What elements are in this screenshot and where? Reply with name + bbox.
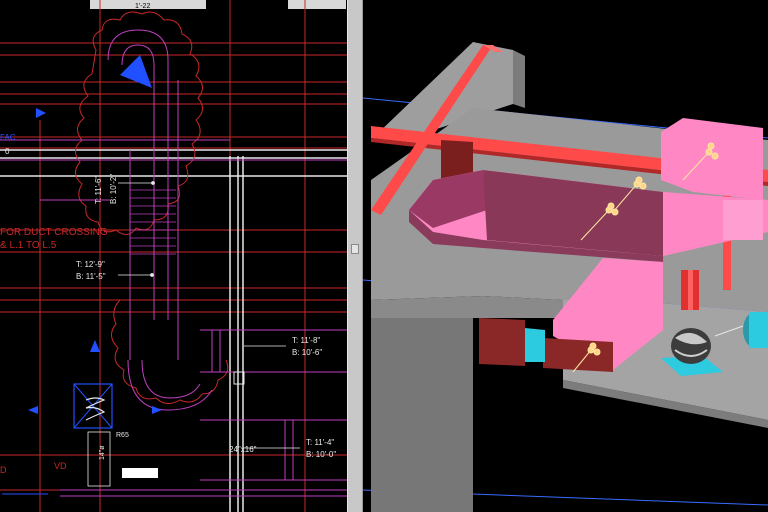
label-vd: VD xyxy=(54,461,67,471)
tag3-bottom: B: 10'-6" xyxy=(292,348,322,357)
duct-size-label: 24"x16" xyxy=(229,445,257,454)
note-line-1: FOR DUCT CROSSING xyxy=(0,227,108,238)
tag1-top: T: 11'-6" xyxy=(94,176,103,204)
title-tab-label: 1'-22 xyxy=(135,3,150,10)
grip-icon[interactable] xyxy=(351,244,359,254)
cad-drawing: 1'-22 FAC 0 FOR DUCT CROSSING & L.1 TO L… xyxy=(0,0,347,512)
diffuser-icon xyxy=(73,383,113,487)
duct-box xyxy=(479,318,525,366)
tag1-bottom: B: 10'-2" xyxy=(109,174,118,204)
tag2-top: T: 12'-9" xyxy=(76,260,105,269)
left-mark-1: FAC xyxy=(0,133,16,142)
label-r: R65 xyxy=(116,432,129,439)
arrow-icon xyxy=(90,340,100,352)
arrow-icon xyxy=(152,406,162,414)
tag4-bottom: B: 10'-0" xyxy=(306,450,336,459)
tab-strip-right xyxy=(288,0,346,9)
3d-scene xyxy=(363,42,768,512)
label-box xyxy=(122,468,158,478)
revision-cloud-lower xyxy=(111,299,229,404)
arrow-icon xyxy=(28,406,38,414)
cyan-block xyxy=(525,328,545,362)
label-d: D xyxy=(0,465,7,475)
note-line-2: & L.1 TO L.5 xyxy=(0,240,57,251)
duct-hatch xyxy=(130,189,176,255)
cad-plan-viewport[interactable]: 1'-22 FAC 0 FOR DUCT CROSSING & L.1 TO L… xyxy=(0,0,347,512)
label-diameter: 14"ø xyxy=(99,445,106,460)
viewport-splitter[interactable] xyxy=(347,0,363,512)
duct-run-plan xyxy=(0,29,347,497)
arrow-icon xyxy=(120,55,152,88)
tag4-top: T: 11'-4" xyxy=(306,438,334,447)
tag2-bottom: B: 11'-5" xyxy=(76,272,106,281)
tag3-top: T: 11'-8" xyxy=(292,336,320,345)
3d-model-viewport[interactable] xyxy=(363,0,768,512)
left-mark-2: 0 xyxy=(5,147,10,156)
